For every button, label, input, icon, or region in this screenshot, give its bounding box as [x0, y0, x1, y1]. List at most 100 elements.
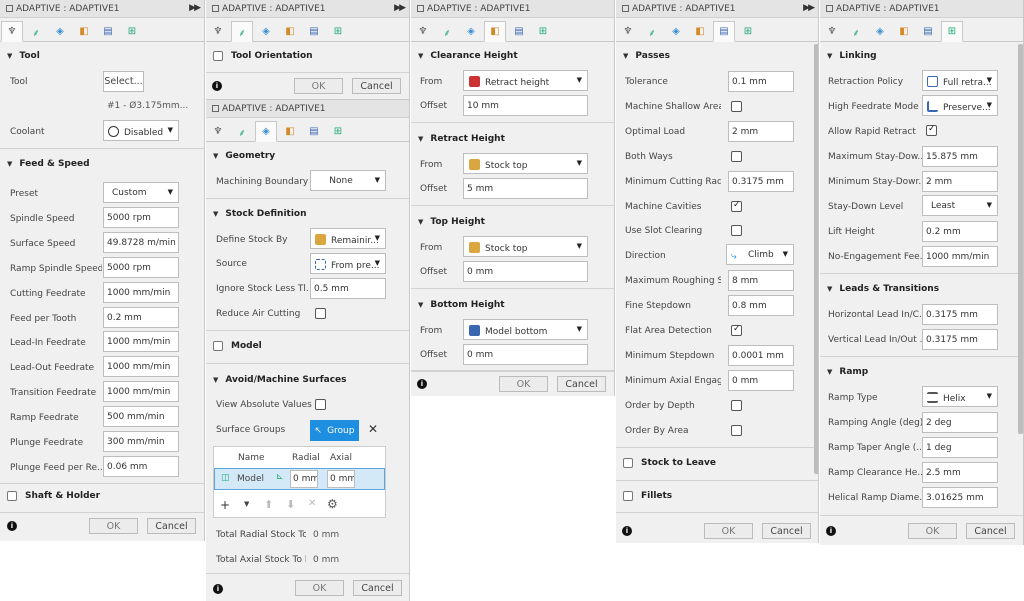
geometry-icon[interactable]: ⸙	[25, 21, 47, 42]
order-area-checkbox[interactable]	[731, 424, 742, 436]
vert-input[interactable]: 0.3175 mm	[922, 329, 998, 350]
cancel-button[interactable]: Cancel	[762, 523, 811, 539]
define-stock-dropdown[interactable]: Remainir... ▼	[310, 228, 386, 249]
bottom-from-dropdown[interactable]: Model bottom ▼	[463, 319, 588, 340]
coolant-dropdown[interactable]: Disabled ▼	[103, 120, 179, 141]
expand-icon[interactable]: ▶▶	[803, 3, 815, 13]
rapid-retract-checkbox[interactable]	[926, 124, 937, 136]
feed-row-input[interactable]: 0.2 mm	[103, 306, 179, 328]
ok-button[interactable]: OK	[89, 518, 138, 534]
retract-from-dropdown[interactable]: Stock top ▼	[463, 153, 588, 174]
feed-row-input[interactable]: 1000 mm/min	[103, 331, 179, 353]
section-stock-definition[interactable]: ▼ Stock Definition	[213, 209, 307, 219]
taper-input[interactable]: 1 deg	[922, 437, 998, 458]
checkbox[interactable]	[213, 341, 223, 351]
dropdown-icon[interactable]: ▼	[244, 500, 249, 508]
ignore-stock-input[interactable]: 0.5 mm	[310, 278, 386, 299]
geometry-icon[interactable]: ⸙	[641, 21, 663, 42]
clearance-from-dropdown[interactable]: Retract height ▼	[463, 70, 588, 91]
info-icon[interactable]: i	[417, 379, 427, 389]
feed-row-input[interactable]: 1000 mm/min	[103, 381, 179, 403]
heights-icon[interactable]: ◈	[460, 21, 482, 42]
info-icon[interactable]: i	[213, 584, 223, 594]
checkbox[interactable]	[623, 458, 633, 468]
linking-icon[interactable]: ▤	[508, 21, 530, 42]
passes-icon[interactable]: ◧	[689, 21, 711, 42]
post-icon[interactable]: ⊞	[327, 121, 349, 142]
direction-dropdown[interactable]: ⤷ Climb ▼	[726, 244, 794, 266]
cancel-button[interactable]: Cancel	[353, 580, 402, 596]
top-from-dropdown[interactable]: Stock top ▼	[463, 236, 588, 257]
order-depth-checkbox[interactable]	[731, 399, 742, 411]
geometry-icon[interactable]: ⸙	[231, 21, 253, 42]
optimal-input[interactable]: 2 mm	[728, 120, 794, 142]
preset-dropdown[interactable]: Custom ▼	[103, 182, 179, 203]
table-row[interactable]: ◫ Model ⊾ 0 mm 0 mm	[214, 468, 385, 490]
ramp-angle-input[interactable]: 2 deg	[922, 412, 998, 433]
add-icon[interactable]: +	[220, 498, 230, 512]
section-model[interactable]: Model	[213, 341, 262, 351]
section-leads-transitions[interactable]: ▼ Leads & Transitions	[827, 284, 939, 294]
post-icon[interactable]: ⊞	[737, 21, 759, 42]
heights-icon[interactable]: ◈	[869, 21, 891, 42]
section-ramp[interactable]: ▼ Ramp	[827, 367, 868, 377]
ok-button[interactable]: OK	[908, 523, 957, 539]
section-tool-orientation[interactable]: Tool Orientation	[213, 51, 313, 61]
post-icon[interactable]: ⊞	[121, 21, 143, 42]
min-stay-input[interactable]: 2 mm	[922, 171, 998, 192]
passes-icon[interactable]: ◧	[893, 21, 915, 42]
feed-row-input[interactable]: 49.8728 m/min	[103, 231, 179, 253]
ramp-type-dropdown[interactable]: Helix ▼	[922, 386, 998, 407]
section-retract-height[interactable]: ▼ Retract Height	[418, 134, 505, 144]
high-feed-dropdown[interactable]: Preserve... ▼	[922, 95, 998, 116]
expand-icon[interactable]: ▶▶	[189, 3, 201, 13]
section-passes[interactable]: ▼ Passes	[623, 51, 670, 61]
group-button[interactable]: ↖ Group	[310, 420, 359, 441]
retraction-dropdown[interactable]: Full retra... ▼	[922, 70, 998, 91]
heights-icon[interactable]: ◈	[665, 21, 687, 42]
noeng-input[interactable]: 1000 mm/min	[922, 246, 998, 267]
bottom-offset-input[interactable]: 0 mm	[463, 344, 588, 365]
info-icon[interactable]: i	[7, 521, 17, 531]
max-rough-input[interactable]: 8 mm	[728, 270, 794, 292]
section-shaft-holder[interactable]: Shaft & Holder	[7, 491, 100, 501]
passes-icon[interactable]: ◧	[484, 21, 506, 42]
select-tool-button[interactable]: Select...	[103, 71, 144, 92]
tool-icon[interactable]: ♆	[617, 21, 639, 42]
machining-boundary-dropdown[interactable]: None ▼	[310, 170, 386, 191]
retract-offset-input[interactable]: 5 mm	[463, 178, 588, 199]
reduce-air-checkbox[interactable]	[315, 308, 326, 319]
feed-row-input[interactable]: 0.06 mm	[103, 455, 179, 477]
checkbox[interactable]	[7, 491, 17, 501]
delete-icon[interactable]: ✕	[308, 498, 316, 509]
both-checkbox[interactable]	[731, 150, 742, 162]
section-feed-speed[interactable]: ▼ Feed & Speed	[7, 159, 90, 169]
shallow-checkbox[interactable]	[731, 100, 742, 112]
post-icon[interactable]: ⊞	[941, 21, 963, 42]
section-tool[interactable]: ▼ Tool	[7, 51, 40, 61]
lift-input[interactable]: 0.2 mm	[922, 221, 998, 242]
ok-button[interactable]: OK	[704, 523, 753, 539]
close-icon[interactable]: ✕	[368, 422, 378, 436]
linking-icon[interactable]: ▤	[303, 21, 325, 42]
ok-button[interactable]: OK	[294, 78, 343, 94]
heights-icon[interactable]: ◈	[255, 121, 277, 142]
horiz-input[interactable]: 0.3175 mm	[922, 304, 998, 325]
min-step-input[interactable]: 0.0001 mm	[728, 344, 794, 366]
passes-icon[interactable]: ◧	[279, 121, 301, 142]
top-offset-input[interactable]: 0 mm	[463, 261, 588, 282]
ok-button[interactable]: OK	[499, 376, 548, 392]
section-linking[interactable]: ▼ Linking	[827, 51, 877, 61]
checkbox[interactable]	[213, 51, 223, 61]
feed-row-input[interactable]: 500 mm/min	[103, 406, 179, 428]
linking-icon[interactable]: ▤	[917, 21, 939, 42]
flat-checkbox[interactable]	[731, 324, 742, 336]
tool-icon[interactable]: ♆	[207, 21, 229, 42]
fine-input[interactable]: 0.8 mm	[728, 295, 794, 317]
move-up-icon[interactable]: ⬆	[264, 498, 273, 511]
tool-icon[interactable]: ♆	[821, 21, 843, 42]
cancel-button[interactable]: Cancel	[557, 376, 606, 392]
info-icon[interactable]: i	[826, 526, 836, 536]
max-stay-input[interactable]: 15.875 mm	[922, 146, 998, 167]
scrollbar[interactable]	[1018, 44, 1023, 434]
